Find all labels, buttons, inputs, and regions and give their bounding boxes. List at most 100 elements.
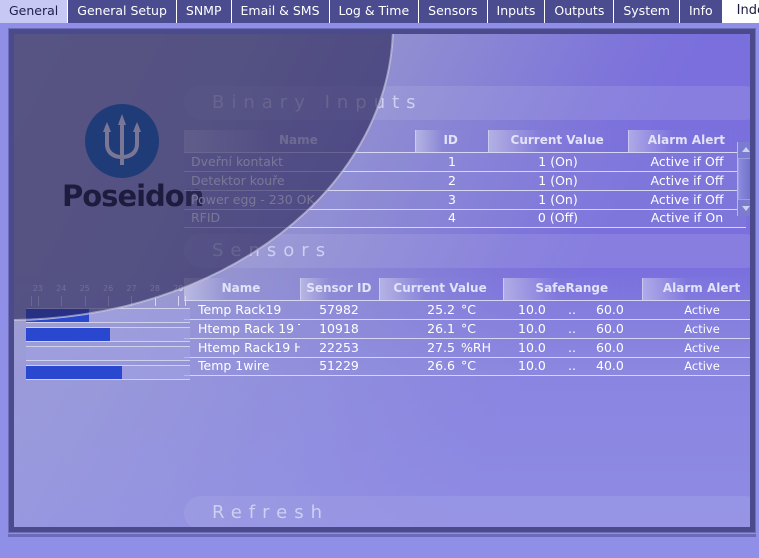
sensors-cell-safe-range: 10.0.. 40.0 [502,357,642,376]
binary-inputs-cell-value: 1 (On) [538,172,578,188]
table-row: Temp Rack19 57982 25.2 °C 10.0.. 60.0 Active [184,300,750,319]
tab-sensors[interactable]: Sensors [419,0,488,23]
scrollbar-thumb[interactable] [738,158,750,200]
chart-x-tick [185,296,187,306]
sensors-cell-current-value: 27.5 %RH [378,339,502,358]
safe-range-min: 10.0 [518,320,546,336]
brand-logo: Poseidon [62,104,204,213]
binary-inputs-body: Dveřní kontakt 1 1 (On) Active if Off Detekt… [184,152,746,228]
binary-inputs-cell-alarm: Active if Off [650,153,724,169]
tab-inputs[interactable]: Inputs [487,0,546,23]
chart-bar [26,328,111,341]
table-row: Dveřní kontakt 1 1 (On) Active if Off [184,152,746,171]
chart-bar-track [26,365,190,380]
sensors-cell-safe-range: 10.0.. 60.0 [502,301,642,320]
chart-x-tick [37,296,39,306]
frame-shadow [8,534,756,537]
tab-log-time[interactable]: Log & Time [329,0,420,23]
safe-range-max: 60.0 [596,301,624,317]
sensors-cell-alarm-alert: Active [684,359,720,373]
binary-inputs-cell-alarm: Active if Off [650,191,724,207]
sensors-unit: °C [461,301,476,317]
binary-inputs-col-id: ID [414,130,486,152]
chart-bar-track [26,346,190,361]
sensors-cell-sensor-id: 57982 [319,301,359,317]
binary-inputs-heading: Binary Inputs [184,86,750,120]
page-inner: Poseidon Binary Inputs Name ID Current Val… [3,26,756,555]
binary-inputs-col-name: Name [184,130,413,152]
chart-x-tick [30,296,32,306]
sensors-value: 26.6 [427,358,455,373]
page-body: Poseidon Binary Inputs Name ID Current Val… [0,23,759,558]
chart-bar [26,366,123,379]
sensors-cell-name: Temp Rack19 [198,301,282,317]
binary-inputs-cell-value: 0 (Off) [537,210,579,225]
binary-inputs-col-current-value: Current Value [487,130,626,152]
chart-x-tick [84,296,86,306]
table-row: Temp 1wire 51229 26.6 °C 10.0.. 40.0 Active [184,357,750,376]
content-board: Poseidon Binary Inputs Name ID Current Val… [14,34,750,527]
table-row: Htemp Rack19 H 22253 27.5 %RH 10.0.. 60.0 Acti… [184,338,750,357]
tab-system[interactable]: System [614,0,680,23]
safe-range-separator: .. [568,301,576,317]
chart-x-tick-label: 24 [56,284,67,293]
binary-inputs-cell-id: 3 [448,191,456,207]
table-row: RFID 4 0 (Off) Active if On [184,209,746,228]
sensors-cell-alarm-alert: Active [684,302,720,317]
sensors-unit: °C [461,358,476,373]
sensors-col-alarm-alert: Alarm Alert [642,278,750,300]
binary-inputs-scrollbar[interactable] [737,142,750,216]
tab-snmp[interactable]: SNMP [176,0,232,23]
tab-outputs[interactable]: Outputs [545,0,615,23]
chart-x-tick [131,296,133,306]
chart-bar-track [26,308,190,323]
chart-x-tick [178,296,180,306]
sensors-unit: °C [461,320,476,336]
sensors-value: 25.2 [427,301,455,317]
sensors-col-current-value: Current Value [378,278,501,300]
safe-range-separator: .. [568,320,576,336]
sensors-cell-sensor-id: 51229 [319,358,359,373]
sensors-cell-name: Htemp Rack 19 T [198,320,300,336]
sensors-cell-alarm-alert: Active [684,321,720,336]
chart-x-tick-label: 29 [173,284,184,293]
chevron-up-icon[interactable] [738,142,750,158]
chart-x-tick-label: 28 [149,284,161,293]
chart-x-tick-label: 27 [126,284,137,293]
chart-x-tick-label: 23 [32,284,43,293]
safe-range-min: 10.0 [518,339,546,355]
binary-inputs-cell-alarm: Active if On [650,210,724,225]
chart-x-tick-label: 25 [79,284,90,293]
trident-icon [103,114,141,165]
app-frame: Poseidon Binary Inputs Name ID Current Val… [8,28,756,533]
sensors-cell-current-value: 25.2 °C [378,301,502,320]
tab-general-setup[interactable]: General Setup [68,0,177,23]
binary-inputs-cell-name: Detektor kouře [191,172,285,188]
safe-range-max: 40.0 [596,358,624,373]
brand-name: Poseidon [62,179,204,213]
sensors-value: 27.5 [427,339,455,355]
binary-inputs-cell-value: 1 (On) [538,191,578,207]
chart-x-tick-label: 26 [103,284,114,293]
chevron-down-icon[interactable] [738,200,750,216]
binary-inputs-cell-name: RFID [191,210,221,225]
sensors-header-row: Name Sensor ID Current Value SafeRange Alarm… [184,278,750,300]
sensors-body: Temp Rack19 57982 25.2 °C 10.0.. 60.0 Active Ht… [184,300,750,376]
tab-info[interactable]: Info [679,0,723,23]
binary-inputs-table: Name ID Current Value Alarm Alert Dveřní ko… [184,130,746,228]
sensors-cell-name: Temp 1wire [198,358,270,373]
binary-inputs-cell-name: Dveřní kontakt [191,153,284,169]
binary-inputs-cell-alarm: Active if Off [650,172,724,188]
tab-email-sms[interactable]: Email & SMS [231,0,330,23]
binary-inputs-header-row: Name ID Current Value Alarm Alert [184,130,746,152]
table-row: Htemp Rack 19 T 10918 26.1 °C 10.0.. 60.0 Acti… [184,319,750,338]
tab-general[interactable]: General [0,0,69,23]
table-row: Detektor kouře 2 1 (On) Active if Off [184,171,746,190]
safe-range-separator: .. [568,339,576,355]
table-row: Power egg - 230 OK 3 1 (On) Active if Off [184,190,746,209]
sensors-col-name: Name [184,278,298,300]
page-title: Index Page [722,0,759,23]
refresh-heading: Refresh [184,496,750,527]
sensors-value: 26.1 [427,320,455,336]
sensors-col-sensor-id: Sensor ID [299,278,377,300]
